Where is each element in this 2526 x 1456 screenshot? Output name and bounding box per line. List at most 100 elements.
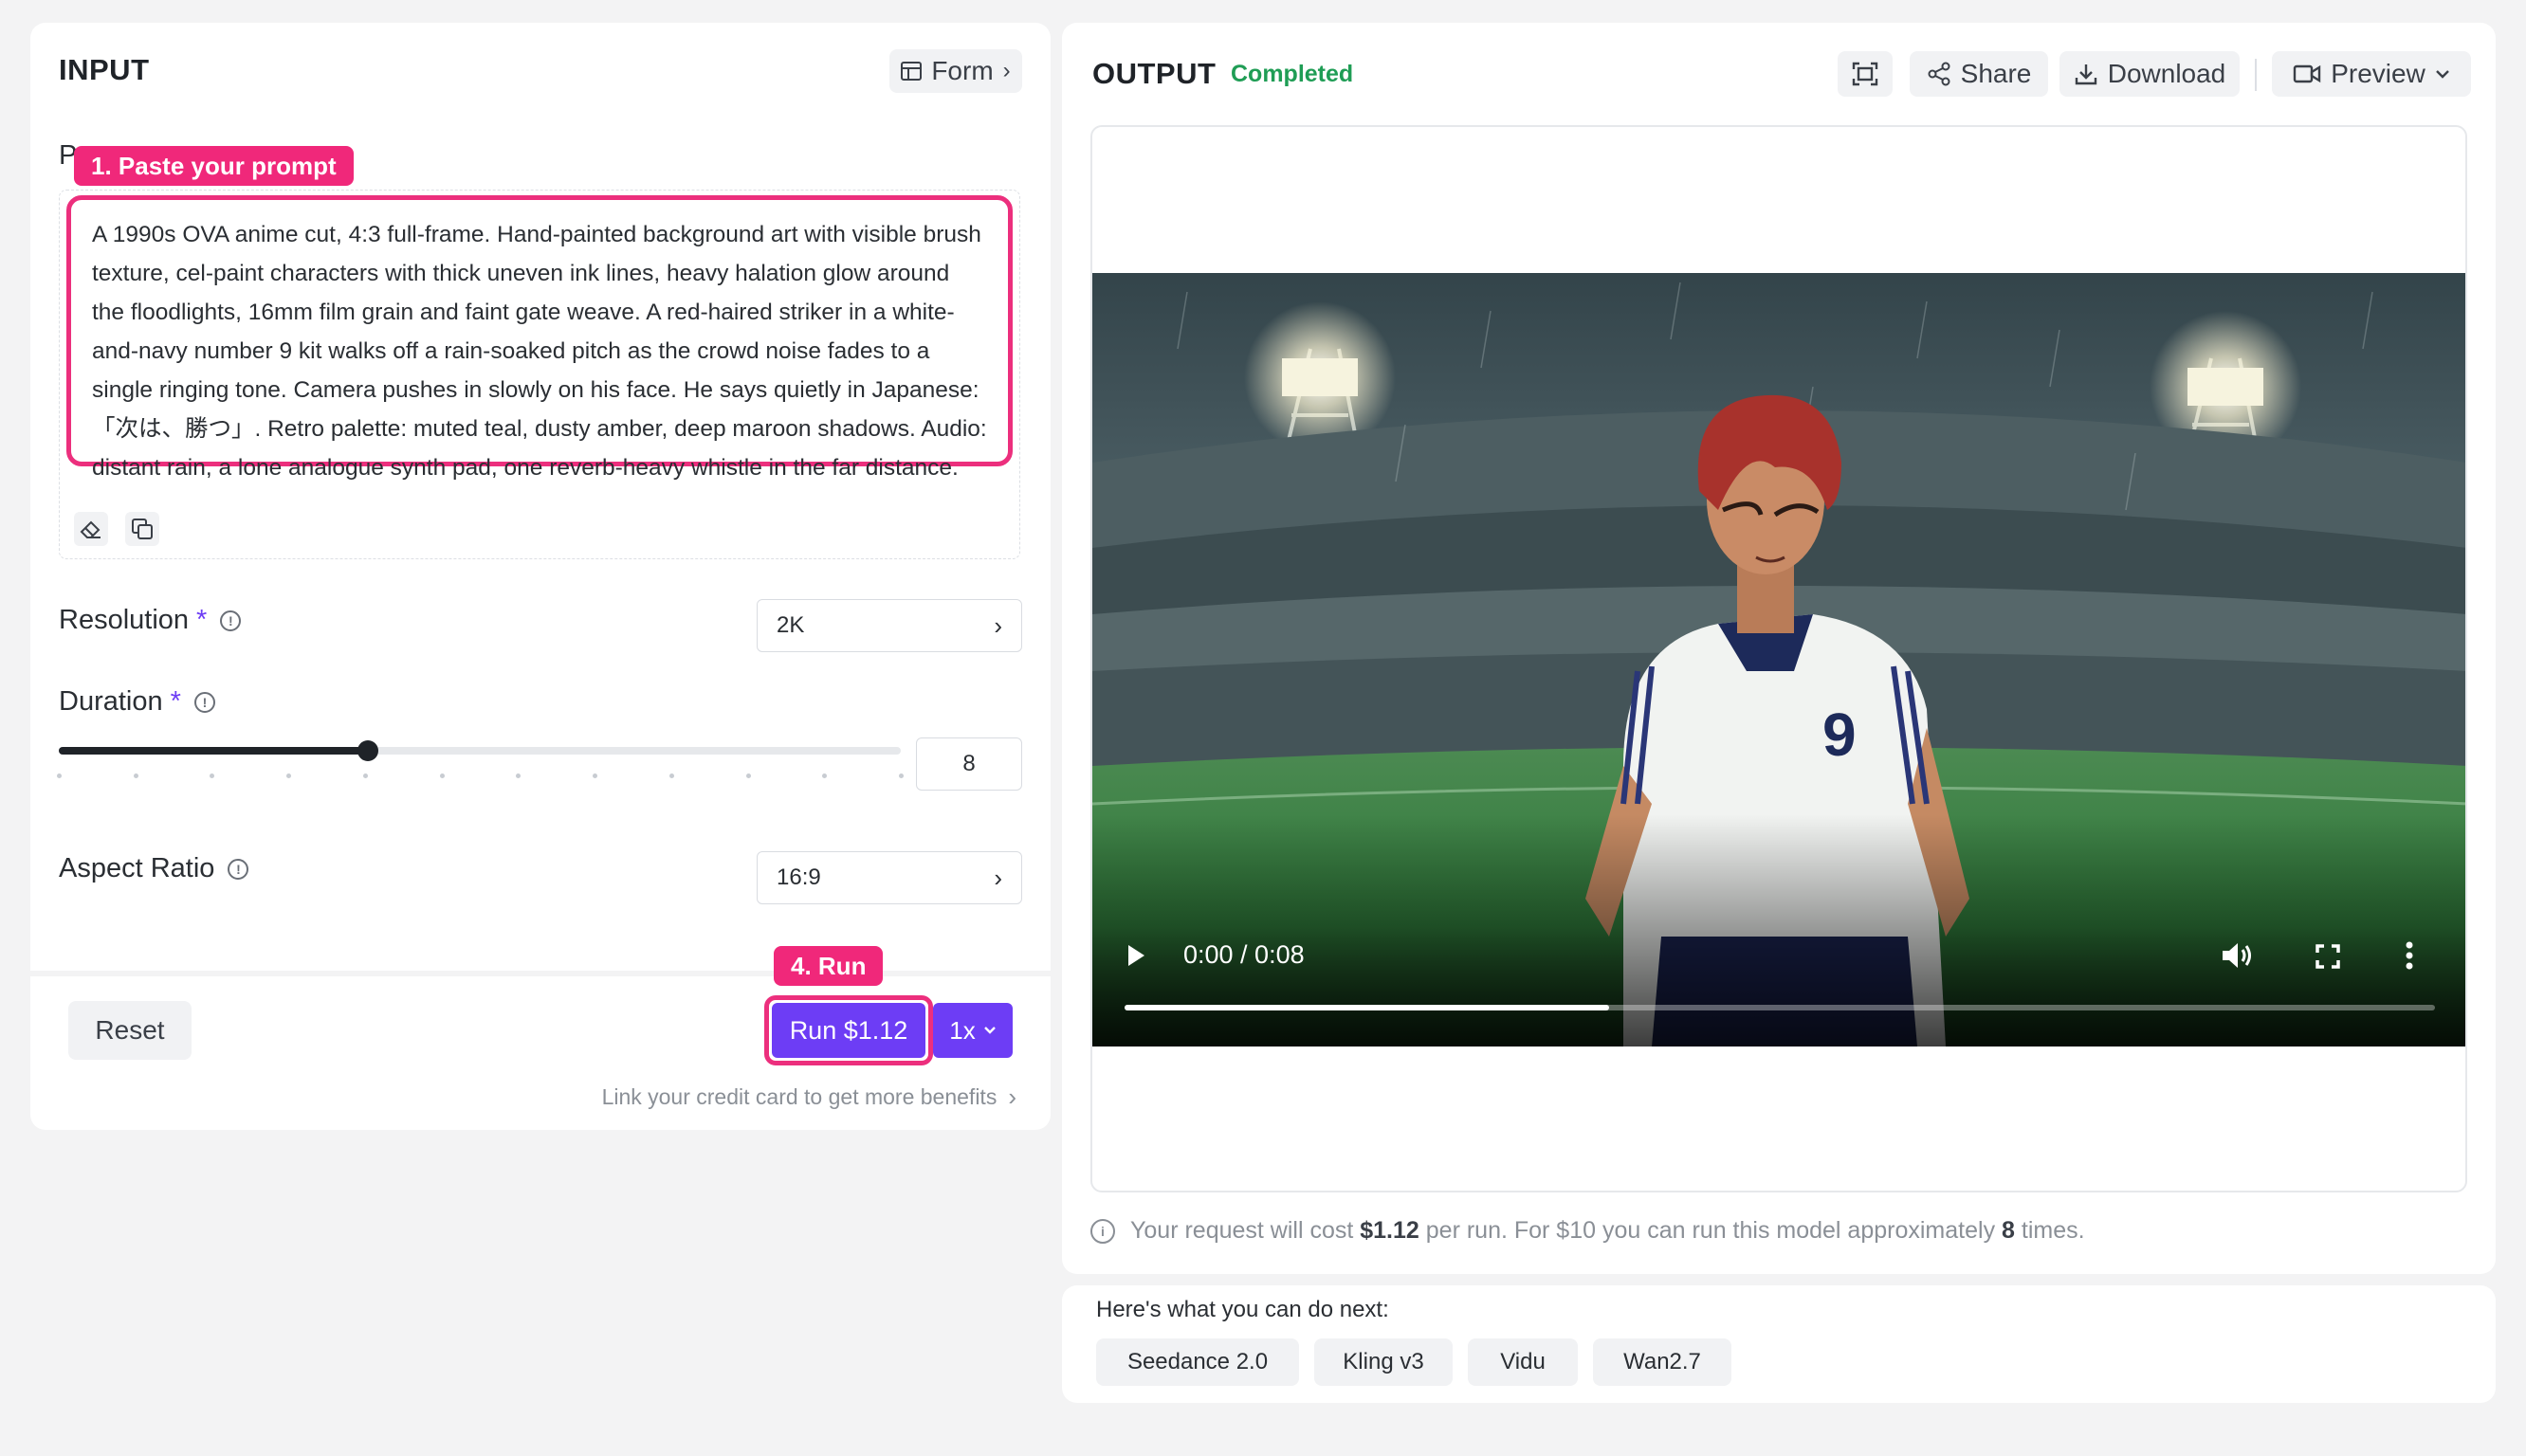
share-icon	[1928, 62, 1950, 86]
slider-tick	[668, 774, 674, 778]
duration-label: Duration * !	[59, 686, 215, 718]
duration-slider-handle[interactable]	[357, 740, 378, 761]
next-chip-kling[interactable]: Kling v3	[1314, 1338, 1453, 1386]
expand-frame-icon	[1852, 62, 1878, 86]
form-toggle-button[interactable]: Form ›	[889, 49, 1022, 93]
required-marker: *	[196, 605, 208, 635]
anime-soccer-scene-image	[1092, 273, 2465, 1046]
eraser-icon	[80, 520, 101, 538]
video-more-button[interactable]	[2405, 940, 2414, 971]
aspect-ratio-label: Aspect Ratio !	[59, 853, 249, 884]
duration-slider-track[interactable]	[59, 740, 901, 761]
cost-mid: per run. For $10 you can run this model …	[1419, 1217, 2003, 1244]
reset-label: Reset	[95, 1015, 165, 1045]
download-button[interactable]: Download	[2059, 51, 2240, 97]
duration-input[interactable]: 8	[916, 737, 1022, 791]
copy-icon	[132, 519, 153, 539]
next-chip-wan[interactable]: Wan2.7	[1593, 1338, 1731, 1386]
video-progress-fill	[1125, 1005, 1610, 1010]
slider-tick	[57, 774, 62, 778]
chip-label: Vidu	[1500, 1349, 1546, 1374]
info-icon[interactable]: !	[228, 858, 249, 880]
slider-tick	[286, 774, 292, 778]
slider-tick	[822, 774, 828, 778]
video-player[interactable]: 9 0:00 / 0:08	[1092, 273, 2465, 1046]
prompt-textarea[interactable]: A 1990s OVA anime cut, 4:3 full-frame. H…	[66, 195, 1013, 481]
slider-tick	[133, 774, 138, 778]
aspect-ratio-label-text: Aspect Ratio	[59, 853, 215, 883]
video-fullscreen-button[interactable]	[2316, 944, 2340, 969]
cost-text: Your request will cost $1.12 per run. Fo…	[1130, 1217, 2085, 1245]
resolution-select[interactable]: 2K ›	[757, 599, 1022, 652]
input-panel: INPUT Form › Prompt A 1990s OVA anime cu…	[30, 23, 1051, 1130]
resolution-label: Resolution * !	[59, 605, 242, 636]
copy-prompt-button[interactable]	[125, 512, 159, 546]
video-time: 0:00 / 0:08	[1183, 940, 1305, 969]
cost-value: $1.12	[1360, 1217, 1419, 1244]
run-button[interactable]: Run $1.12	[772, 1003, 925, 1058]
output-panel: OUTPUT Completed Share Download Preview	[1062, 23, 2496, 1274]
chevron-right-icon: ›	[1008, 1083, 1016, 1111]
duration-value: 8	[962, 751, 976, 776]
credit-card-link[interactable]: Link your credit card to get more benefi…	[602, 1083, 1016, 1112]
chevron-down-icon	[2435, 70, 2449, 79]
next-steps-panel: Here's what you can do next: Seedance 2.…	[1062, 1285, 2496, 1403]
fullscreen-button[interactable]	[1838, 51, 1893, 97]
preview-dropdown[interactable]: Preview	[2272, 51, 2471, 97]
play-button[interactable]	[1126, 944, 1145, 967]
aspect-ratio-value: 16:9	[777, 864, 821, 890]
status-badge: Completed	[1231, 61, 1354, 87]
multiplier-value: 1x	[949, 1015, 976, 1045]
next-heading: Here's what you can do next:	[1096, 1297, 1389, 1322]
play-icon	[1128, 945, 1144, 966]
annotation-paste-prompt: 1. Paste your prompt	[74, 146, 354, 186]
reset-button[interactable]: Reset	[68, 1001, 192, 1060]
resolution-value: 2K	[777, 612, 805, 638]
next-chip-vidu[interactable]: Vidu	[1468, 1338, 1578, 1386]
chip-label: Wan2.7	[1623, 1349, 1701, 1374]
share-label: Share	[1960, 59, 2032, 88]
toolbar-divider	[2255, 59, 2257, 91]
credit-link-text: Link your credit card to get more benefi…	[601, 1084, 998, 1109]
duration-slider-fill	[59, 747, 368, 755]
next-chip-seedance[interactable]: Seedance 2.0	[1096, 1338, 1299, 1386]
fullscreen-icon	[2316, 944, 2340, 969]
chip-label: Seedance 2.0	[1126, 1349, 1269, 1374]
footer-divider	[30, 971, 1051, 976]
chevron-right-icon: ›	[994, 863, 1002, 892]
info-icon[interactable]: !	[193, 691, 215, 713]
volume-button[interactable]	[2221, 940, 2255, 971]
preview-label: Preview	[2331, 59, 2425, 88]
volume-icon	[2223, 943, 2251, 968]
cost-prefix: Your request will cost	[1130, 1217, 1361, 1244]
input-title: INPUT	[59, 53, 150, 86]
form-label: Form	[931, 56, 994, 85]
required-marker: *	[170, 686, 181, 717]
slider-tick	[899, 774, 904, 778]
clear-prompt-button[interactable]	[74, 512, 108, 546]
aspect-ratio-select[interactable]: 16:9 ›	[757, 851, 1022, 904]
annotation-run: 4. Run	[774, 946, 884, 986]
chevron-down-icon	[983, 1027, 996, 1034]
slider-tick	[745, 774, 751, 778]
slider-tick	[439, 774, 445, 778]
info-icon[interactable]: !	[220, 610, 242, 631]
slider-tick	[210, 774, 215, 778]
share-button[interactable]: Share	[1910, 51, 2048, 97]
slider-tick	[362, 774, 368, 778]
video-progress-track[interactable]	[1125, 1005, 2435, 1010]
chevron-right-icon: ›	[994, 610, 1002, 640]
preview-frame: 9 0:00 / 0:08	[1090, 125, 2467, 1192]
download-icon	[2075, 64, 2096, 85]
cost-times: 8	[2002, 1217, 2015, 1244]
run-multiplier-dropdown[interactable]: 1x	[933, 1003, 1013, 1058]
cost-suffix: times.	[2014, 1217, 2085, 1244]
jersey-number: 9	[1822, 701, 1857, 769]
table-icon	[901, 62, 923, 81]
slider-tick	[516, 774, 522, 778]
run-label: Run $1.12	[789, 1015, 908, 1045]
output-title: OUTPUT	[1092, 57, 1217, 90]
download-label: Download	[2107, 59, 2226, 88]
info-icon: i	[1090, 1218, 1115, 1244]
more-vertical-icon	[2406, 941, 2413, 970]
